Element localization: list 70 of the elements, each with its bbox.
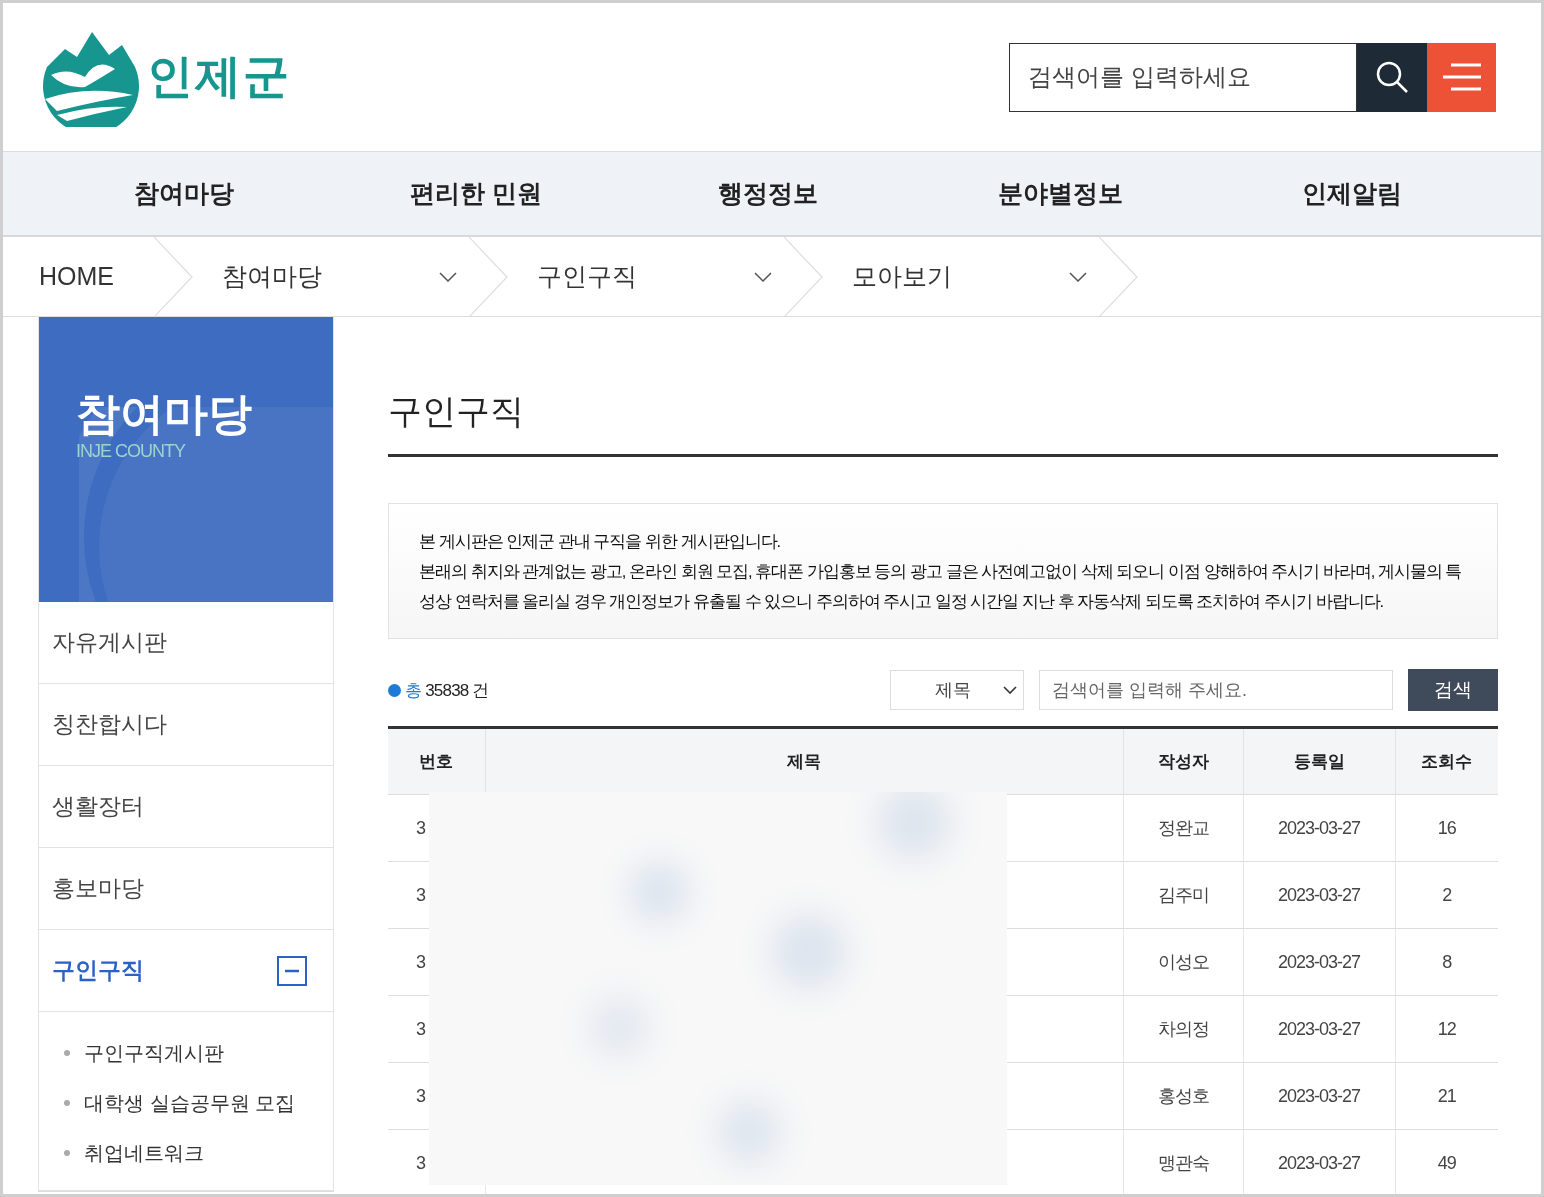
- table-cell: 12: [1395, 995, 1498, 1063]
- search-button[interactable]: [1357, 42, 1427, 112]
- column-header: 작성자: [1123, 727, 1243, 795]
- table-cell: 2023-03-27: [1243, 794, 1395, 862]
- logo-text[interactable]: 인제군: [147, 46, 291, 108]
- table-cell: 이성오: [1123, 928, 1243, 996]
- filter-select[interactable]: 제목: [890, 670, 1024, 710]
- bullet-icon: [388, 683, 401, 697]
- table-cell: 3: [416, 884, 425, 905]
- search-button[interactable]: 검색: [1408, 669, 1498, 711]
- sidebar-item[interactable]: 홍보마당: [39, 848, 333, 930]
- menu-button[interactable]: [1427, 42, 1496, 112]
- search-field[interactable]: 검색어를 입력하세요: [1009, 42, 1357, 112]
- table-cell: 8: [1395, 928, 1498, 996]
- bullet-icon: [64, 1050, 70, 1056]
- search-icon: [1374, 59, 1410, 95]
- table-cell: 2: [1395, 861, 1498, 929]
- table-cell: 2023-03-27: [1243, 861, 1395, 929]
- chevron-down-icon: [1003, 686, 1017, 694]
- breadcrumb-dropdown[interactable]: 구인구직: [509, 237, 784, 316]
- menu-icon: [1442, 62, 1481, 92]
- nav-item[interactable]: 행정정보: [622, 152, 914, 235]
- table-cell: 16: [1395, 794, 1498, 862]
- table-cell: 21: [1395, 1062, 1498, 1130]
- table-cell: 3: [416, 817, 425, 838]
- breadcrumb-dropdown[interactable]: 참여마당: [194, 237, 469, 316]
- nav-item[interactable]: 인제알림: [1206, 152, 1498, 235]
- table-cell: 2023-03-27: [1243, 995, 1395, 1063]
- submenu-item[interactable]: 대학생 실습공무원 모집: [64, 1078, 333, 1128]
- page-title: 구인구직: [388, 317, 1498, 457]
- sidebar-item[interactable]: 자유게시판: [39, 602, 333, 684]
- bullet-icon: [64, 1150, 70, 1156]
- table-cell: 김주미: [1123, 861, 1243, 929]
- table-cell: 2023-03-27: [1243, 928, 1395, 996]
- notice-text: 본래의 취지와 관계없는 광고, 온라인 회원 모집, 휴대폰 가입홍보 등의 광고 글은 사전예고없이 삭제 되오니 이점 양해하여 주시기 바라며, 게시물의 특성상 연락처를 올리실 경우 개인정보가 유출될 수 있으니 주의하여 주시고 일정 시간일 지난 후 자동삭제 되도록 조치하여 주시기 바랍니다.: [419, 561, 1463, 612]
- home-link[interactable]: HOME: [3, 237, 154, 316]
- column-header: 번호: [388, 727, 485, 795]
- table-cell: 3: [416, 1152, 425, 1173]
- sidebar-item[interactable]: 구인구직: [39, 930, 333, 1012]
- sidebar-item[interactable]: 생활장터: [39, 766, 333, 848]
- minus-icon[interactable]: [277, 955, 307, 986]
- total-count: 35838 건: [425, 679, 489, 702]
- column-header: 등록일: [1243, 727, 1395, 795]
- table-cell: 3: [416, 951, 425, 972]
- submenu-item[interactable]: 구인구직게시판: [64, 1028, 333, 1078]
- table-cell: 맹관숙: [1123, 1129, 1243, 1194]
- nav-item[interactable]: 참여마당: [38, 152, 330, 235]
- column-header: 제목: [485, 727, 1123, 795]
- breadcrumb-dropdown[interactable]: 모아보기: [824, 237, 1099, 316]
- table-cell: 정완교: [1123, 794, 1243, 862]
- table-cell: 차의정: [1123, 995, 1243, 1063]
- notice-text: 본 게시판은 인제군 관내 구직을 위한 게시판입니다.: [419, 531, 782, 552]
- table-cell: 3: [416, 1085, 425, 1106]
- table-cell: 홍성호: [1123, 1062, 1243, 1130]
- table-cell: 2023-03-27: [1243, 1129, 1395, 1194]
- bullet-icon: [64, 1100, 70, 1106]
- column-header: 조회수: [1395, 727, 1498, 795]
- chevron-down-icon: [439, 271, 457, 282]
- table-cell: 2023-03-27: [1243, 1062, 1395, 1130]
- sidebar-subtitle: INJE COUNTY: [76, 441, 187, 462]
- submenu-item[interactable]: 취업네트워크: [64, 1128, 333, 1178]
- nav-item[interactable]: 분야별정보: [914, 152, 1206, 235]
- chevron-down-icon: [754, 271, 772, 282]
- total-label: 총: [405, 679, 422, 702]
- chevron-down-icon: [1069, 271, 1087, 282]
- table-cell: 49: [1395, 1129, 1498, 1194]
- nav-item[interactable]: 편리한 민원: [330, 152, 622, 235]
- table-cell: 3: [416, 1018, 425, 1039]
- sidebar-title: 참여마당: [76, 388, 253, 440]
- sidebar-item[interactable]: 칭찬합시다: [39, 684, 333, 766]
